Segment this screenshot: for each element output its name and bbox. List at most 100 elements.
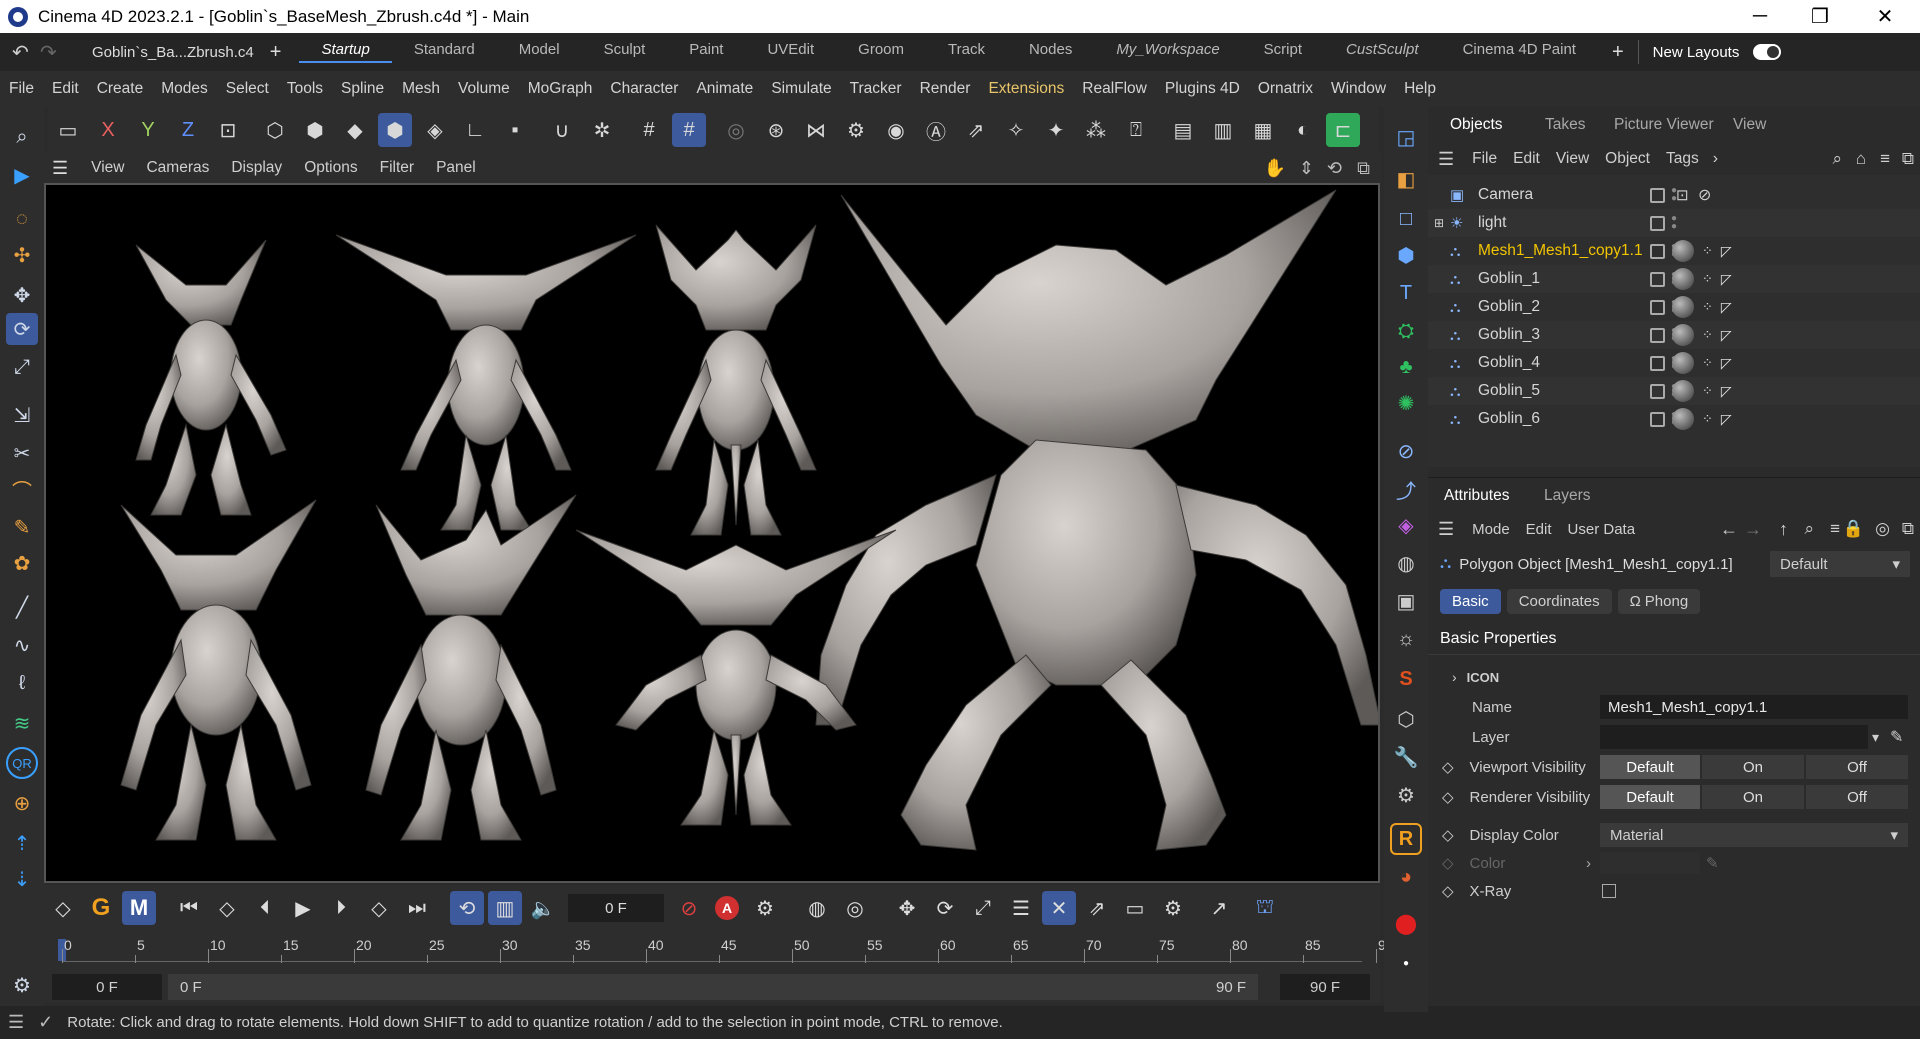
menu-ornatrix[interactable]: Ornatrix (1249, 80, 1322, 98)
menu-select[interactable]: Select (217, 80, 278, 98)
effector-icon[interactable]: ✺ (1390, 387, 1422, 419)
knife-icon[interactable]: ✂ (6, 437, 38, 469)
paint-brush-icon[interactable]: ╱ (6, 591, 38, 623)
target-icon[interactable]: ◎ (1875, 519, 1890, 539)
menu-mesh[interactable]: Mesh (393, 80, 449, 98)
filter-attr-icon[interactable]: ≡ (1830, 519, 1840, 539)
search-attr-icon[interactable]: ⌕ (1804, 519, 1814, 539)
layout-tab-standard[interactable]: Standard (392, 41, 497, 63)
camera-icon[interactable]: ▣ (1390, 585, 1422, 617)
menu-plugins-4d[interactable]: Plugins 4D (1156, 80, 1249, 98)
render-settings-icon[interactable]: ▦ (1246, 113, 1280, 147)
rv-default[interactable]: Default (1600, 785, 1700, 809)
pick-icon[interactable]: ✎ (1890, 727, 1903, 747)
chevron-right-icon[interactable]: › (1707, 150, 1724, 168)
redshift-icon[interactable]: R (1390, 823, 1422, 855)
maximize-attr-icon[interactable]: ⧉ (1902, 519, 1914, 539)
back-arrow-icon[interactable]: ← (1720, 519, 1738, 540)
search-objects-icon[interactable]: ⌕ (1832, 149, 1842, 169)
tab-takes[interactable]: Takes (1545, 107, 1586, 143)
objects-menu-view[interactable]: View (1548, 150, 1597, 168)
range-end-field[interactable]: 90 F (1280, 974, 1370, 1000)
tab-view[interactable]: View (1733, 107, 1766, 143)
enable-checkbox[interactable] (1650, 187, 1665, 203)
vv-on[interactable]: On (1702, 755, 1804, 779)
object-manager-icon[interactable]: ◲ (1390, 121, 1422, 153)
lock-x-axis-icon[interactable]: X (91, 113, 125, 147)
enable-checkbox[interactable] (1650, 243, 1665, 259)
live-selection-mode-icon[interactable]: ▶ (6, 159, 38, 191)
uvw-tag-icon[interactable]: ⁘ (1702, 299, 1713, 315)
record-eye-icon[interactable]: ⬤ (1390, 907, 1422, 939)
edges-mode-icon[interactable]: ⬢ (298, 113, 332, 147)
uvw-tag-icon[interactable]: ⁘ (1702, 383, 1713, 399)
dolly-icon[interactable]: ⇕ (1299, 158, 1314, 179)
loop-icon[interactable]: ⟲ (450, 891, 484, 925)
menu-animate[interactable]: Animate (687, 80, 762, 98)
forward-arrow-icon[interactable]: → (1744, 519, 1762, 540)
phong-tag-icon[interactable]: ◸ (1721, 243, 1732, 260)
phong-tag-icon[interactable]: ◸ (1721, 271, 1732, 288)
render-view-icon[interactable]: ▤ (1166, 113, 1200, 147)
lock-icon[interactable]: 🔒 (1843, 519, 1864, 539)
object-row[interactable]: ⛬Goblin_3●●⁘◸ (1428, 321, 1920, 349)
s-plugin-icon[interactable]: S (1390, 663, 1422, 695)
uv-mode-icon[interactable]: ◈ (418, 113, 452, 147)
keyframe-diamond-icon[interactable]: ◇ (46, 891, 80, 925)
object-row[interactable]: ▣ Camera ● ● ⊡ ⊘ (1428, 181, 1920, 209)
up-arrow-icon[interactable]: ↑ (1779, 519, 1788, 540)
spline-pen-icon[interactable]: ℓ (6, 667, 38, 699)
new-layouts-toggle[interactable] (1753, 44, 1782, 60)
preset-dropdown[interactable]: Default ▾ (1770, 551, 1910, 577)
uvw-tag-icon[interactable]: ⁘ (1702, 271, 1713, 287)
lock-y-axis-icon[interactable]: Y (131, 113, 165, 147)
viewport-menu-display[interactable]: Display (220, 159, 293, 177)
enable-checkbox[interactable] (1650, 411, 1665, 427)
rv-on[interactable]: On (1702, 785, 1804, 809)
color-wheel-icon[interactable]: ◕ (1390, 861, 1422, 893)
enable-checkbox[interactable] (1650, 327, 1665, 343)
keyframe-selection-icon[interactable]: ◍ (800, 891, 834, 925)
brush-icon[interactable]: ✎ (6, 511, 38, 543)
object-row[interactable]: ⛬Goblin_6●●⁘◸ (1428, 405, 1920, 433)
vv-default[interactable]: Default (1600, 755, 1700, 779)
menu-file[interactable]: File (0, 80, 43, 98)
uvw-tag-icon[interactable]: ⁘ (1702, 355, 1713, 371)
material-tag-icon[interactable] (1672, 352, 1694, 374)
render-region-icon[interactable]: ◎ (719, 113, 753, 147)
cloner-icon[interactable]: ⛭ (1390, 315, 1422, 347)
render-picture-viewer-icon[interactable]: ▥ (1206, 113, 1240, 147)
play-icon[interactable]: ▶ (286, 891, 320, 925)
sparkle-3-icon[interactable]: ⁂ (1079, 113, 1113, 147)
cloud-icon[interactable]: ◐ (1286, 113, 1320, 147)
enable-checkbox[interactable] (1650, 383, 1665, 399)
layout-tab-startup[interactable]: Startup (299, 41, 392, 63)
display-color-dropdown[interactable]: Material ▾ (1600, 823, 1908, 847)
menu-modes[interactable]: Modes (152, 80, 217, 98)
interpolation-icon[interactable]: ⇗ (1080, 891, 1114, 925)
objects-hamburger-icon[interactable]: ☰ (1428, 149, 1464, 170)
visibility-dots-icon[interactable]: ●● (1671, 214, 1677, 232)
undo-icon[interactable]: ↶ (12, 40, 34, 65)
character-icon[interactable]: ⛫ (1248, 891, 1282, 925)
viewport-render-icon[interactable]: ⊛ (759, 113, 793, 147)
timeline-window-icon[interactable]: ▭ (1118, 891, 1152, 925)
restore-button[interactable]: ❐ (1790, 0, 1850, 33)
attributes-hamburger-icon[interactable]: ☰ (1428, 519, 1464, 540)
current-frame-field[interactable]: 0 F (568, 894, 664, 922)
viewport-menu-view[interactable]: View (80, 159, 135, 177)
object-row[interactable]: ⛬Goblin_5●●⁘◸ (1428, 377, 1920, 405)
deformer-icon[interactable]: ⊘ (1390, 435, 1422, 467)
material-tag-icon[interactable] (1672, 268, 1694, 290)
m-button[interactable]: M (122, 891, 156, 925)
enable-checkbox[interactable] (1650, 271, 1665, 287)
settings-gear-icon[interactable]: ⚙ (6, 969, 38, 1001)
pan-hand-icon[interactable]: ✋ (1264, 158, 1286, 179)
record-rotation-icon[interactable]: ⟳ (928, 891, 962, 925)
objects-menu-file[interactable]: File (1464, 150, 1505, 168)
3d-viewport[interactable] (44, 183, 1380, 883)
record-active-icon[interactable]: ⊘ (672, 891, 706, 925)
anim-diamond-icon[interactable]: ◇ (1442, 788, 1454, 806)
quad-remesh-icon[interactable]: QR (6, 747, 38, 779)
redo-icon[interactable]: ↷ (40, 40, 70, 65)
